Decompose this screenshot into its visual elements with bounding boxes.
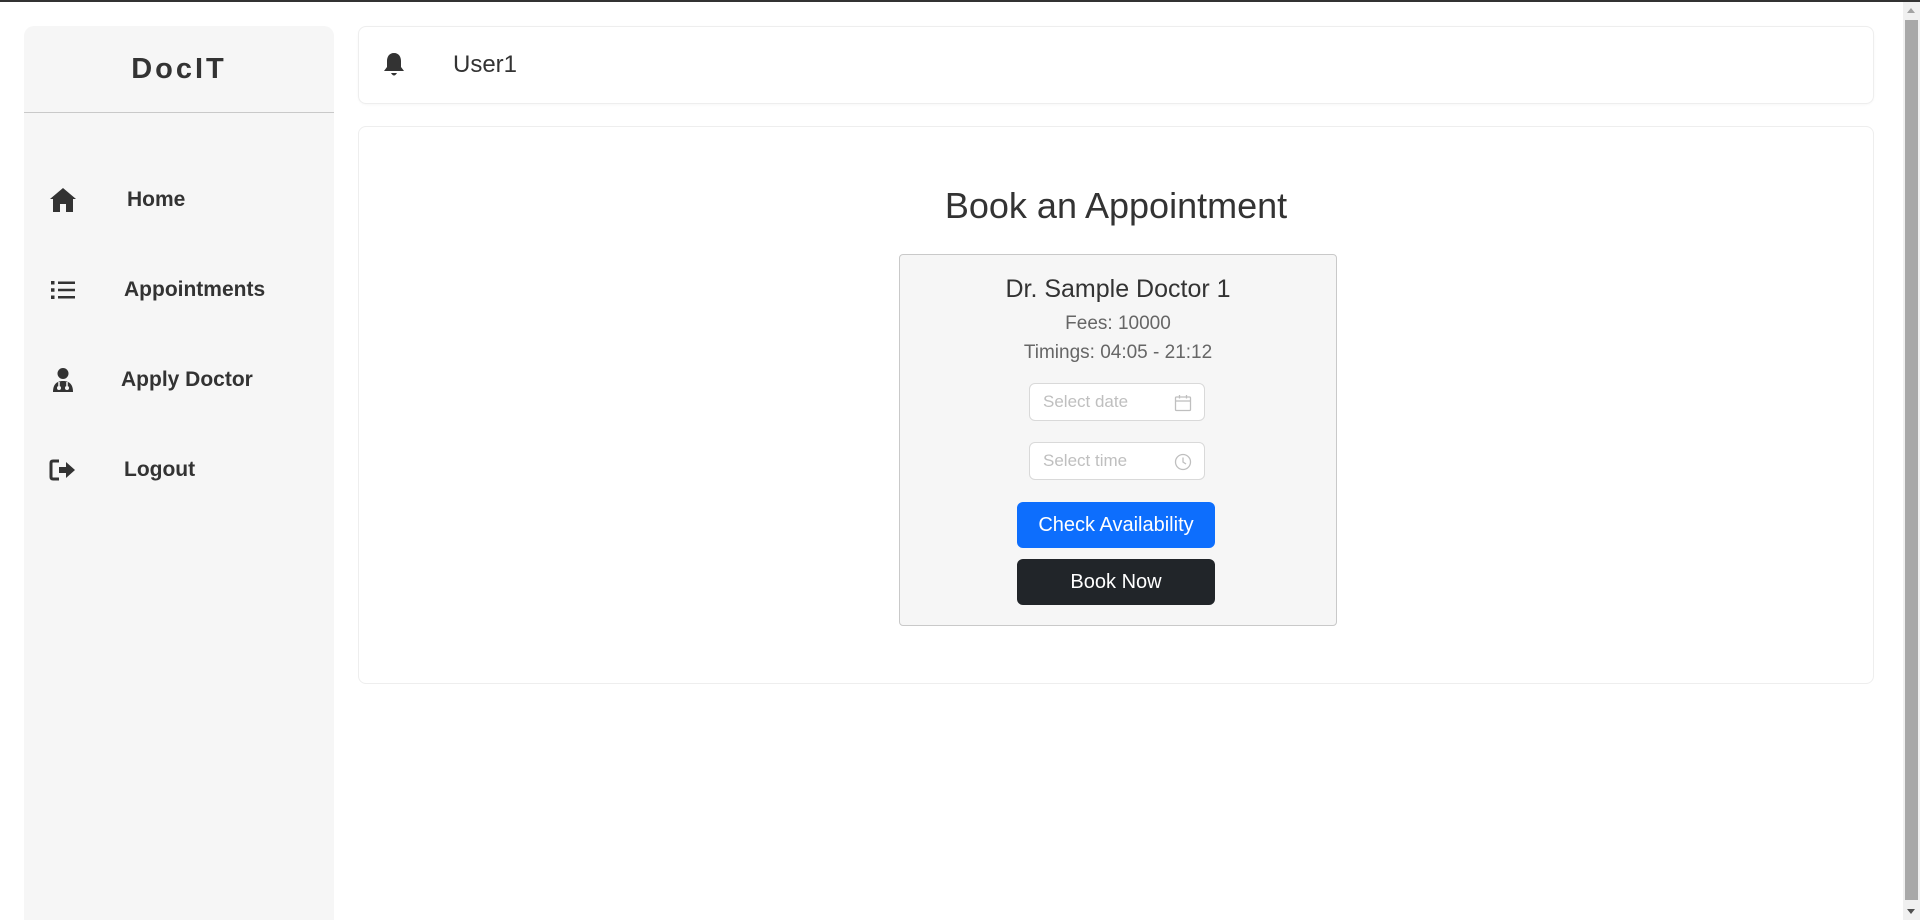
vertical-scrollbar[interactable]	[1903, 2, 1920, 920]
date-picker[interactable]	[1029, 383, 1205, 421]
check-availability-button[interactable]: Check Availability	[1017, 502, 1215, 548]
bell-icon[interactable]	[381, 51, 409, 79]
book-now-button[interactable]: Book Now	[1017, 559, 1215, 605]
sidebar-item-label: Home	[127, 188, 186, 211]
sidebar-item-label: Appointments	[124, 278, 266, 301]
top-header: User1	[358, 26, 1874, 104]
calendar-icon	[1174, 394, 1192, 412]
doctor-card: Dr. Sample Doctor 1 Fees: 10000 Timings:…	[899, 254, 1337, 626]
scrollbar-thumb[interactable]	[1905, 20, 1918, 900]
sidebar-menu: Home Appointments Apply Doctor Logout	[24, 155, 334, 515]
sidebar-item-appointments[interactable]: Appointments	[24, 245, 334, 335]
username-label[interactable]: User1	[453, 51, 517, 79]
doctor-icon	[48, 365, 78, 395]
scroll-down-arrow-icon[interactable]	[1907, 909, 1915, 914]
list-icon	[48, 275, 78, 305]
brand-logo[interactable]: DocIT	[24, 26, 334, 113]
doctor-name: Dr. Sample Doctor 1	[1005, 275, 1231, 303]
page-title: Book an Appointment	[944, 185, 1288, 226]
scroll-up-arrow-icon[interactable]	[1907, 8, 1915, 13]
home-icon	[48, 185, 78, 215]
time-input[interactable]	[1043, 443, 1163, 479]
sidebar-item-home[interactable]: Home	[24, 155, 334, 245]
clock-icon	[1174, 453, 1192, 471]
date-input[interactable]	[1043, 384, 1163, 420]
main-content: Book an Appointment Dr. Sample Doctor 1 …	[358, 126, 1874, 684]
doctor-timings: Timings: 04:05 - 21:12	[1023, 342, 1213, 363]
sidebar-item-logout[interactable]: Logout	[24, 425, 334, 515]
sidebar-item-apply-doctor[interactable]: Apply Doctor	[24, 335, 334, 425]
doctor-fees: Fees: 10000	[1065, 313, 1171, 334]
window-top-border	[0, 0, 1920, 2]
sidebar: DocIT Home Appointments Apply Doctor Log…	[24, 26, 334, 920]
logout-icon	[48, 455, 78, 485]
sidebar-item-label: Logout	[124, 458, 196, 481]
time-picker[interactable]	[1029, 442, 1205, 480]
sidebar-item-label: Apply Doctor	[121, 368, 253, 391]
